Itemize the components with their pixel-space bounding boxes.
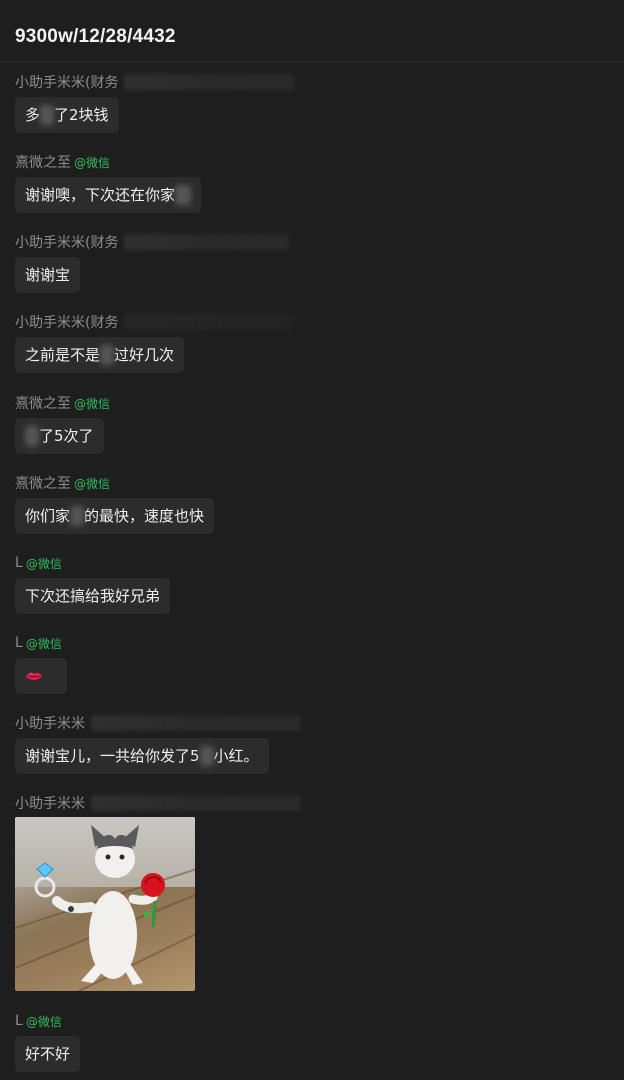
wechat-tag: @微信 (74, 155, 111, 170)
wechat-tag: @微信 (25, 556, 62, 571)
message-text: 下次还搞给我好兄弟 (25, 587, 161, 605)
message-text: 多 (25, 106, 41, 124)
message-bubble[interactable]: 好不好 (15, 1036, 81, 1072)
sender-line: 熹微之至 @微信 (15, 393, 110, 413)
wechat-tag: @微信 (25, 1014, 62, 1029)
message-text: 了5次了 (39, 427, 94, 445)
redaction-mask (199, 746, 214, 766)
redaction-mask (175, 185, 192, 205)
message-text: 好不好 (25, 1045, 71, 1063)
message-bubble[interactable] (15, 658, 67, 694)
wechat-tag: @微信 (74, 476, 111, 491)
message-item: 小助手米米(财务 之前是不是 过好几次 (15, 312, 295, 373)
chat-title: 9300w/12/28/4432 (15, 26, 176, 47)
sender-name[interactable]: 小助手米米(财务 (15, 72, 118, 92)
message-bubble[interactable]: 了5次了 (15, 418, 104, 454)
chat-header: 9300w/12/28/4432 (0, 0, 624, 62)
message-bubble[interactable]: 谢谢宝 (15, 257, 81, 293)
message-text: 之前是不是 (25, 346, 101, 364)
message-bubble[interactable]: 下次还搞给我好兄弟 (15, 578, 171, 614)
sender-line: 熹微之至 @微信 (15, 473, 214, 493)
message-text: 谢谢宝儿，一共给你发了5 (25, 747, 200, 765)
redaction-mask (40, 105, 55, 125)
sender-line: 小助手米米(财务 (15, 312, 295, 332)
sender-name[interactable]: 小助手米米 (15, 713, 85, 733)
message-item: 小助手米米(财务 谢谢宝 (15, 232, 290, 293)
sender-line: 熹微之至 @微信 (15, 152, 201, 172)
redaction-mask (25, 426, 39, 446)
message-bubble[interactable]: 谢谢噢，下次还在你家 (15, 177, 202, 213)
message-bubble[interactable]: 谢谢宝儿，一共给你发了5 小红。 (15, 738, 269, 774)
sticker-image[interactable] (15, 817, 195, 991)
message-text: 你们家 (25, 507, 71, 525)
redaction-mask (100, 345, 115, 365)
message-item: 小助手米米 谢谢宝儿，一共给你发了5 小红。 (15, 713, 301, 774)
sender-name[interactable]: 熹微之至 (15, 393, 71, 413)
message-item: 熹微之至 @微信 谢谢噢，下次还在你家 (15, 152, 202, 213)
message-item: 熹微之至 @微信 你们家 的最快，速度也快 (15, 473, 215, 534)
message-bubble[interactable]: 之前是不是 过好几次 (15, 337, 185, 373)
redaction-mask (70, 506, 85, 526)
sender-name[interactable]: 小助手米米 (15, 793, 85, 813)
sender-name[interactable]: 小助手米米(财务 (15, 232, 118, 252)
wechat-tag: @微信 (25, 636, 62, 651)
lips-emoji-icon (26, 672, 42, 680)
sender-line: 小助手米米(财务 (15, 232, 290, 252)
message-item: 小助手米米(财务 多了2块钱 (15, 72, 295, 133)
message-text: 的最快，速度也快 (84, 507, 205, 525)
wechat-tag: @微信 (74, 396, 111, 411)
sender-name[interactable]: L (15, 555, 23, 571)
redacted-text (124, 74, 295, 90)
message-item: 小助手米米 (15, 793, 301, 991)
message-text: 谢谢宝 (25, 266, 71, 284)
redacted-text (124, 234, 290, 250)
sender-line: L @微信 (15, 1011, 80, 1031)
sender-line: 小助手米米 (15, 793, 301, 813)
cat-sticker-icon (34, 825, 165, 985)
sender-name[interactable]: L (15, 1013, 23, 1029)
message-bubble[interactable]: 多了2块钱 (15, 97, 119, 133)
sender-line: 小助手米米 (15, 713, 301, 733)
redacted-text (91, 715, 301, 731)
message-item: L @微信 下次还搞给我好兄弟 (15, 553, 171, 614)
sender-name[interactable]: 小助手米米(财务 (15, 312, 118, 332)
message-item: L @微信 好不好 (15, 1011, 81, 1072)
sender-line: L @微信 (15, 633, 67, 653)
redacted-text (91, 795, 301, 811)
sender-name[interactable]: 熹微之至 (15, 473, 71, 493)
sender-name[interactable]: 熹微之至 (15, 152, 71, 172)
message-bubble[interactable]: 你们家 的最快，速度也快 (15, 498, 215, 534)
message-item: L @微信 (15, 633, 67, 694)
sender-line: 小助手米米(财务 (15, 72, 295, 92)
message-text: 了2块钱 (54, 106, 109, 124)
redacted-text (124, 314, 295, 330)
message-text: 谢谢噢，下次还在你家 (25, 186, 176, 204)
message-text: 小红。 (213, 747, 259, 765)
sender-name[interactable]: L (15, 635, 23, 651)
message-item: 熹微之至 @微信 了5次了 (15, 393, 110, 454)
sender-line: L @微信 (15, 553, 170, 573)
message-text: 过好几次 (114, 346, 175, 364)
